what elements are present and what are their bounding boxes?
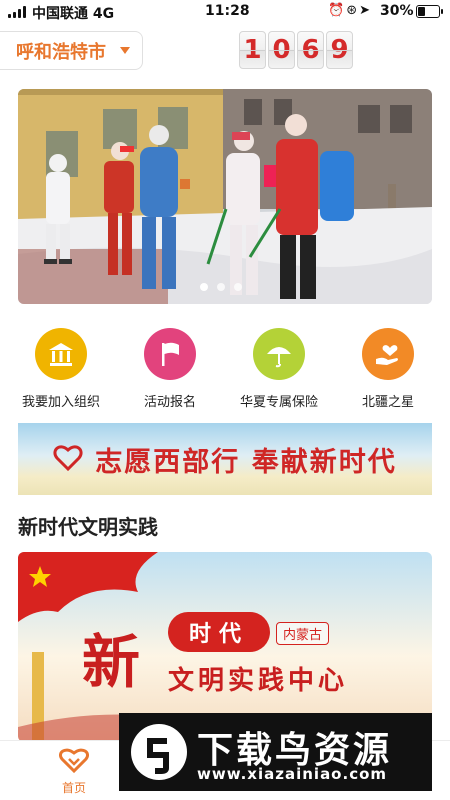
menu-item-join-organization[interactable]: 我要加入组织 bbox=[11, 328, 111, 410]
visitor-counter: 1 0 6 9 bbox=[239, 31, 353, 69]
menu-label: 活动报名 bbox=[143, 395, 196, 410]
menu-item-beijiang-star[interactable]: 北疆之星 bbox=[338, 328, 438, 410]
quick-menu: 我要加入组织 活动报名 华夏专属保险 北疆之星 bbox=[0, 328, 450, 410]
status-icons: ⏰⊛➤ bbox=[328, 3, 372, 18]
rotation-lock-icon: ⊛ bbox=[346, 3, 360, 18]
slogan-text: 志愿西部行 奉献新时代 bbox=[95, 446, 397, 478]
watermark-url: www.xiazainiao.com bbox=[197, 765, 388, 783]
building-icon bbox=[35, 328, 87, 380]
status-bar: 中国联通 4G 11:28 ⏰⊛➤ 30% bbox=[0, 0, 450, 24]
carousel-indicator[interactable] bbox=[200, 283, 242, 291]
tab-home[interactable]: 首页 bbox=[44, 747, 104, 796]
section-title: 新时代文明实践 bbox=[18, 515, 158, 539]
hand-heart-icon bbox=[362, 328, 414, 380]
carrier-label: 中国联通 4G bbox=[32, 6, 115, 22]
bird-logo-icon bbox=[131, 724, 187, 780]
counter-digit: 9 bbox=[326, 31, 353, 69]
umbrella-icon bbox=[253, 328, 305, 380]
menu-item-huaxia-insurance[interactable]: 华夏专属保险 bbox=[229, 328, 329, 410]
home-heart-icon bbox=[59, 748, 89, 774]
city-selector[interactable]: 呼和浩特市 bbox=[0, 31, 143, 70]
card-subtitle: 文明实践中心 bbox=[168, 666, 349, 696]
carousel-dot[interactable] bbox=[200, 283, 208, 291]
menu-label: 华夏专属保险 bbox=[239, 395, 318, 410]
location-icon: ➤ bbox=[359, 3, 372, 18]
card-pill: 时代 bbox=[168, 612, 270, 652]
alarm-icon: ⏰ bbox=[328, 3, 347, 18]
banner-photo bbox=[18, 89, 432, 304]
battery-level bbox=[418, 7, 425, 16]
counter-digit: 6 bbox=[297, 31, 324, 69]
carousel-dot[interactable] bbox=[234, 283, 242, 291]
flag-icon bbox=[144, 328, 196, 380]
tab-home-label: 首页 bbox=[61, 781, 86, 795]
signal-icon bbox=[8, 6, 26, 18]
banner-carousel[interactable] bbox=[18, 89, 432, 304]
counter-digit: 1 bbox=[239, 31, 266, 69]
battery-icon bbox=[416, 5, 443, 18]
card-region-tag: 内蒙古 bbox=[276, 622, 330, 645]
heart-icon bbox=[53, 443, 83, 475]
watermark-overlay: 下载鸟资源 www.xiazainiao.com bbox=[119, 713, 432, 791]
menu-item-activity-signup[interactable]: 活动报名 bbox=[120, 328, 220, 410]
menu-label: 我要加入组织 bbox=[21, 395, 100, 410]
battery-percent: 30% bbox=[380, 3, 414, 19]
chevron-down-icon bbox=[120, 47, 130, 54]
card-title-char: 新 bbox=[82, 628, 141, 696]
city-label: 呼和浩特市 bbox=[16, 41, 106, 63]
slogan-banner[interactable]: 志愿西部行 奉献新时代 bbox=[18, 423, 432, 495]
status-time: 11:28 bbox=[205, 3, 250, 19]
menu-label: 北疆之星 bbox=[361, 395, 414, 410]
carousel-dot[interactable] bbox=[217, 283, 225, 291]
counter-digit: 0 bbox=[268, 31, 295, 69]
